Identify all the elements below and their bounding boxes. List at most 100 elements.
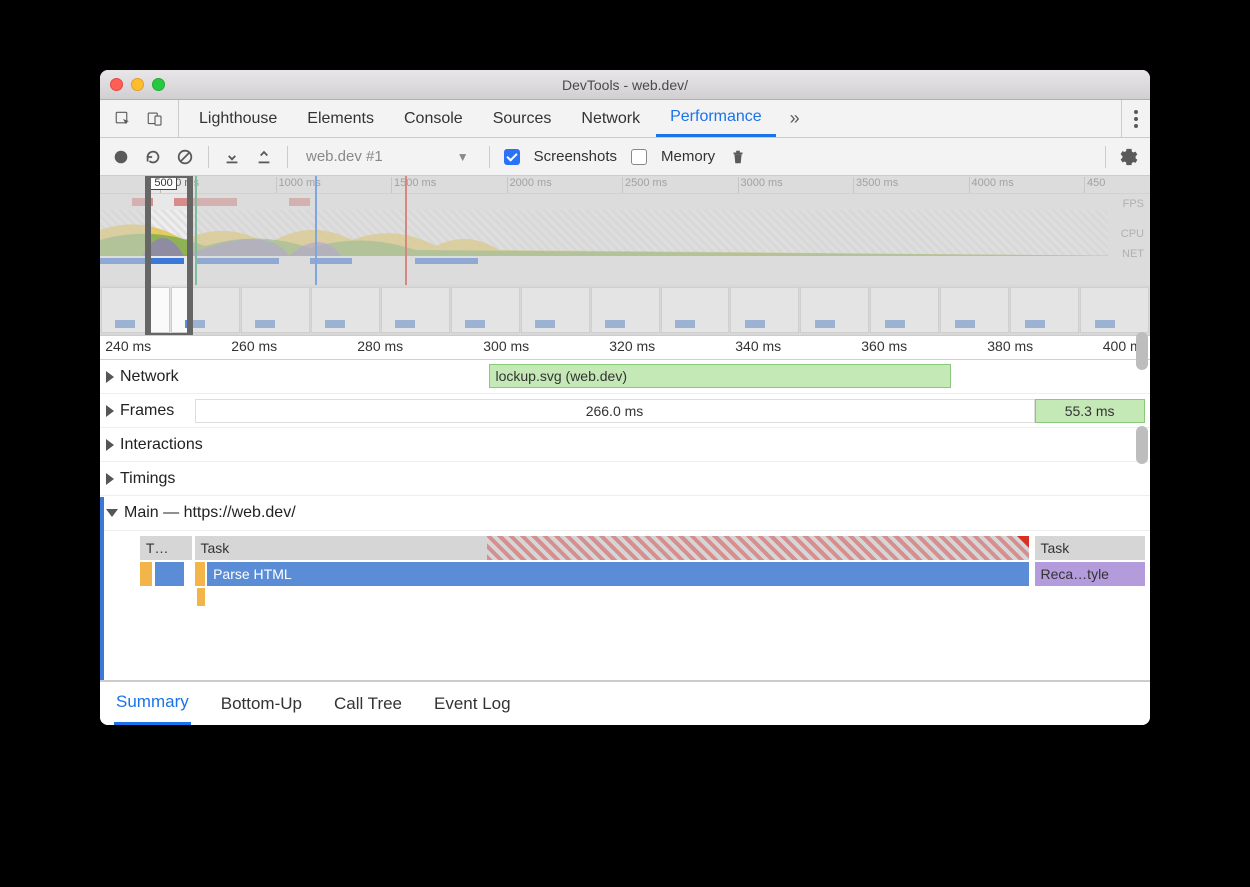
filmstrip-thumb[interactable] (661, 287, 730, 333)
expand-icon[interactable] (106, 439, 114, 451)
divider (489, 146, 490, 168)
filmstrip[interactable] (100, 285, 1150, 335)
marker-load (405, 176, 407, 285)
collapse-icon[interactable] (106, 509, 118, 517)
frame-bar[interactable]: 55.3 ms (1035, 399, 1145, 423)
track-label: Frames (120, 402, 174, 420)
ruler-tick: 280 ms (357, 338, 403, 354)
flame-bar[interactable] (197, 588, 205, 606)
expand-icon[interactable] (106, 371, 114, 383)
cpu-label: CPU (1108, 214, 1150, 244)
frame-duration: 266.0 ms (586, 403, 644, 419)
memory-label: Memory (661, 148, 715, 165)
record-button[interactable] (112, 148, 130, 166)
viewport-handle-left[interactable] (145, 176, 151, 335)
minimize-window-button[interactable] (131, 78, 144, 91)
kebab-menu-icon[interactable] (1134, 110, 1138, 128)
overview-viewport-handle[interactable] (147, 176, 191, 335)
frames-track[interactable]: Frames 266.0 ms 55.3 ms (100, 394, 1150, 428)
details-tabs: Summary Bottom-Up Call Tree Event Log (100, 681, 1150, 725)
performance-toolbar: web.dev #1 ▼ Screenshots Memory (100, 138, 1150, 176)
tab-network[interactable]: Network (567, 100, 654, 137)
overview-tick: 450 (1087, 177, 1105, 189)
tracks-panel: Network lockup.svg (web.dev) Frames 266.… (100, 360, 1150, 681)
long-task-flag-icon (1017, 536, 1029, 548)
close-window-button[interactable] (110, 78, 123, 91)
net-label: NET (1108, 244, 1150, 264)
main-flame-chart[interactable]: T… Task Task Parse HTML Reca…tyle (100, 530, 1150, 680)
tab-sources[interactable]: Sources (479, 100, 566, 137)
recording-selector[interactable]: web.dev #1 (302, 148, 443, 165)
tab-event-log[interactable]: Event Log (432, 682, 513, 725)
detail-ruler: 240 ms 260 ms 280 ms 300 ms 320 ms 340 m… (100, 336, 1150, 360)
filmstrip-thumb[interactable] (730, 287, 799, 333)
filmstrip-thumb[interactable] (870, 287, 939, 333)
overview-lane-labels: FPS CPU NET (1108, 194, 1150, 264)
ruler-tick: 360 ms (861, 338, 907, 354)
overview-tick: 2500 ms (625, 177, 667, 189)
ruler-tick: 300 ms (483, 338, 529, 354)
frame-duration: 55.3 ms (1065, 403, 1115, 419)
ruler-tick: 380 ms (987, 338, 1033, 354)
filmstrip-thumb[interactable] (381, 287, 450, 333)
save-profile-button[interactable] (255, 148, 273, 166)
main-track-header[interactable]: Main — https://web.dev/ (100, 496, 1150, 530)
chevron-down-icon[interactable]: ▼ (457, 150, 469, 164)
overview-tick: 1500 ms (394, 177, 436, 189)
tab-call-tree[interactable]: Call Tree (332, 682, 404, 725)
frame-bar[interactable]: 266.0 ms (195, 399, 1035, 423)
expand-icon[interactable] (106, 405, 114, 417)
network-track[interactable]: Network lockup.svg (web.dev) (100, 360, 1150, 394)
filmstrip-thumb[interactable] (521, 287, 590, 333)
tab-console[interactable]: Console (390, 100, 477, 137)
interactions-track[interactable]: Interactions (100, 428, 1150, 462)
filmstrip-thumb[interactable] (1080, 287, 1149, 333)
toggle-device-icon[interactable] (146, 110, 164, 128)
ruler-tick: 320 ms (609, 338, 655, 354)
tab-elements[interactable]: Elements (293, 100, 388, 137)
memory-checkbox[interactable] (631, 149, 647, 165)
network-request-bar[interactable]: lockup.svg (web.dev) (489, 364, 951, 388)
filmstrip-thumb[interactable] (241, 287, 310, 333)
filmstrip-thumb[interactable] (591, 287, 660, 333)
track-label: Network (120, 368, 179, 386)
track-label: Main — https://web.dev/ (124, 504, 296, 522)
timings-track[interactable]: Timings (100, 462, 1150, 496)
more-tabs-button[interactable]: » (778, 108, 812, 129)
marker-dcl (315, 176, 317, 285)
vertical-scroll-thumb[interactable] (1136, 426, 1148, 464)
cpu-lane (100, 210, 1150, 256)
reload-record-button[interactable] (144, 148, 162, 166)
clear-button[interactable] (176, 148, 194, 166)
zoom-window-button[interactable] (152, 78, 165, 91)
overview-tick: 4000 ms (972, 177, 1014, 189)
divider (208, 146, 209, 168)
window-title: DevTools - web.dev/ (100, 77, 1150, 93)
gear-icon[interactable] (1120, 148, 1138, 166)
devtools-window: DevTools - web.dev/ Lighthouse Elements … (100, 70, 1150, 725)
divider (287, 146, 288, 168)
screenshots-label: Screenshots (534, 148, 617, 165)
filmstrip-thumb[interactable] (1010, 287, 1079, 333)
inspect-element-icon[interactable] (114, 110, 132, 128)
overview-timeline[interactable]: 500 ms 1000 ms 1500 ms 2000 ms 2500 ms 3… (100, 176, 1150, 336)
tab-summary[interactable]: Summary (114, 682, 191, 725)
tab-performance[interactable]: Performance (656, 100, 776, 137)
marker-fcp (195, 176, 197, 285)
trash-icon[interactable] (729, 148, 747, 166)
filmstrip-thumb[interactable] (311, 287, 380, 333)
fps-lane (100, 194, 1150, 210)
tab-bottom-up[interactable]: Bottom-Up (219, 682, 304, 725)
ruler-tick: 240 ms (105, 338, 151, 354)
track-label: Timings (120, 470, 175, 488)
filmstrip-thumb[interactable] (940, 287, 1009, 333)
tab-lighthouse[interactable]: Lighthouse (185, 100, 291, 137)
expand-icon[interactable] (106, 473, 114, 485)
overview-tick: 3500 ms (856, 177, 898, 189)
filmstrip-thumb[interactable] (800, 287, 869, 333)
screenshots-checkbox[interactable] (504, 149, 520, 165)
viewport-handle-right[interactable] (187, 176, 193, 335)
ruler-tick: 340 ms (735, 338, 781, 354)
filmstrip-thumb[interactable] (451, 287, 520, 333)
load-profile-button[interactable] (223, 148, 241, 166)
